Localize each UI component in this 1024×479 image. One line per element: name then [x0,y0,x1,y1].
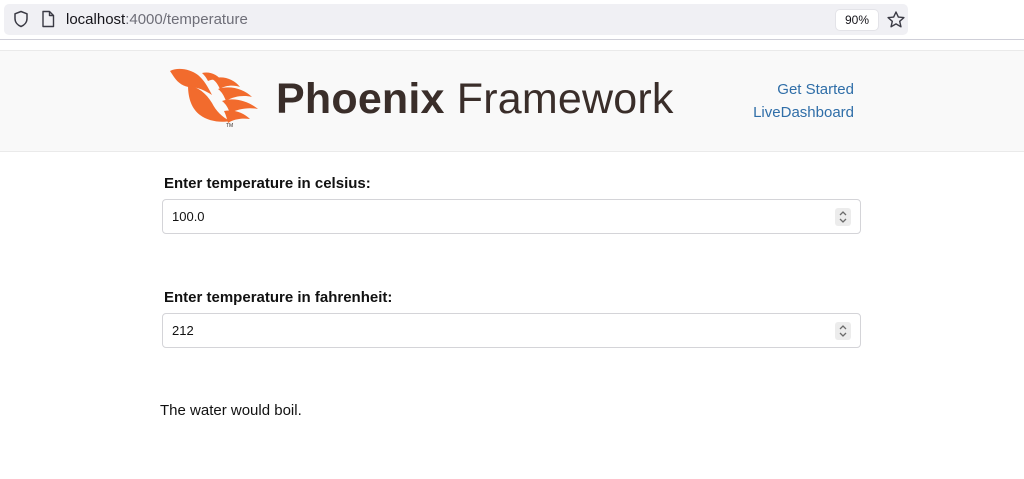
fahrenheit-input-box[interactable] [162,313,861,348]
live-dashboard-link[interactable]: LiveDashboard [753,101,854,124]
shield-icon[interactable] [12,10,30,28]
page-icon [42,10,55,28]
phoenix-framework-wordmark[interactable]: Phoenix Framework [276,75,674,124]
phoenix-bird-logo-icon[interactable]: TM [168,65,264,129]
url-text[interactable]: localhost:4000/temperature [66,11,248,28]
fahrenheit-label: Enter temperature in fahrenheit: [164,289,393,306]
address-bar[interactable]: localhost:4000/temperature 90% [4,4,908,35]
url-path: :4000/temperature [125,11,248,28]
browser-toolbar: localhost:4000/temperature 90% [0,0,1024,40]
zoom-level-button[interactable]: 90% [836,10,878,30]
header-nav: Get Started LiveDashboard [753,78,854,124]
celsius-label: Enter temperature in celsius: [164,175,371,192]
get-started-link[interactable]: Get Started [753,78,854,101]
bookmark-star-icon[interactable] [886,10,906,30]
fahrenheit-input[interactable] [172,314,822,347]
logo-word-framework: Framework [444,75,674,123]
logo-word-phoenix: Phoenix [276,75,445,123]
url-host: localhost [66,11,126,28]
celsius-input[interactable] [172,200,822,233]
site-header: TM Phoenix Framework Get Started LiveDas… [0,50,1024,152]
fahrenheit-spinner-icon[interactable] [835,322,851,340]
celsius-input-box[interactable] [162,199,861,234]
svg-text:TM: TM [226,123,233,129]
celsius-spinner-icon[interactable] [835,208,851,226]
result-message: The water would boil. [160,402,302,419]
